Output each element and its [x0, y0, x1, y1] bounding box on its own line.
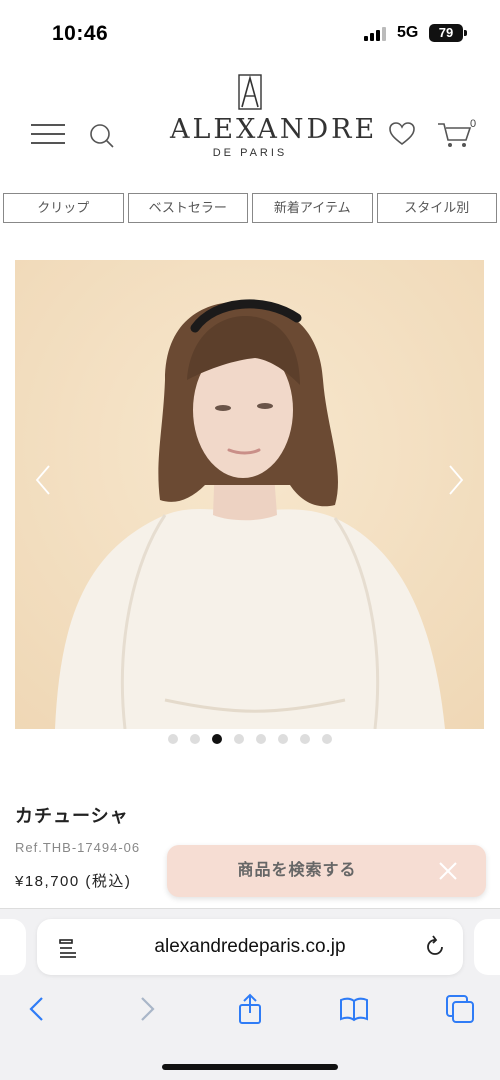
wishlist-heart-icon[interactable]	[388, 120, 416, 148]
browser-toolbar	[0, 987, 500, 1031]
site-header: ALEXANDRE DE PARIS 0	[0, 64, 500, 184]
bookmarks-icon[interactable]	[338, 993, 370, 1025]
status-time: 10:46	[52, 22, 109, 45]
search-icon[interactable]	[88, 122, 116, 150]
hamburger-menu-icon[interactable]	[31, 124, 65, 146]
carousel-dot[interactable]	[190, 734, 200, 744]
category-tabs: クリップ ベストセラー 新着アイテム スタイル別	[3, 193, 497, 223]
close-icon[interactable]	[436, 859, 460, 883]
carousel-dot[interactable]	[278, 734, 288, 744]
product-image-carousel[interactable]	[15, 260, 484, 729]
carousel-prev-arrow-icon[interactable]	[29, 460, 59, 500]
browser-bottom-bar: alexandredeparis.co.jp	[0, 908, 500, 1080]
product-photo	[15, 260, 484, 729]
battery-icon: 79	[429, 24, 467, 42]
carousel-dot[interactable]	[256, 734, 266, 744]
signal-icon	[364, 27, 390, 41]
logo-subtitle: DE PARIS	[212, 147, 288, 159]
carousel-dot[interactable]	[300, 734, 310, 744]
home-indicator	[162, 1064, 338, 1070]
carousel-dot[interactable]	[168, 734, 178, 744]
reload-icon[interactable]	[423, 935, 447, 959]
previous-tab-peek[interactable]	[0, 919, 26, 975]
search-products-button[interactable]: 商品を検索する	[167, 845, 486, 897]
tab-new-items[interactable]: 新着アイテム	[252, 193, 373, 223]
tab-by-style[interactable]: スタイル別	[376, 193, 497, 223]
forward-icon[interactable]	[130, 993, 162, 1025]
tab-clips[interactable]: クリップ	[3, 193, 124, 223]
address-bar[interactable]: alexandredeparis.co.jp	[37, 919, 463, 975]
product-ref: Ref.THB-17494-06	[15, 840, 141, 855]
logo-name: ALEXANDRE	[170, 114, 378, 145]
logo-a-icon	[238, 74, 262, 110]
cart-count-badge: 0	[470, 118, 477, 130]
url-text: alexandredeparis.co.jp	[154, 936, 346, 957]
carousel-pagination	[0, 734, 500, 746]
brand-logo[interactable]: ALEXANDRE DE PARIS	[170, 74, 378, 174]
carousel-next-arrow-icon[interactable]	[440, 460, 470, 500]
carousel-dot[interactable]	[322, 734, 332, 744]
next-tab-peek[interactable]	[474, 919, 500, 975]
tabs-icon[interactable]	[444, 993, 476, 1025]
search-products-label: 商品を検索する	[237, 862, 357, 879]
back-icon[interactable]	[22, 993, 54, 1025]
tab-bestsellers[interactable]: ベストセラー	[127, 193, 248, 223]
battery-level: 79	[438, 25, 454, 40]
status-bar: 10:46 5G 79	[0, 0, 500, 64]
network-type: 5G	[397, 24, 419, 41]
product-name: カチューシャ	[15, 806, 129, 826]
carousel-dot[interactable]	[212, 734, 222, 744]
carousel-dot[interactable]	[234, 734, 244, 744]
product-price: ¥18,700 (税込)	[15, 873, 132, 890]
share-icon[interactable]	[234, 993, 266, 1025]
